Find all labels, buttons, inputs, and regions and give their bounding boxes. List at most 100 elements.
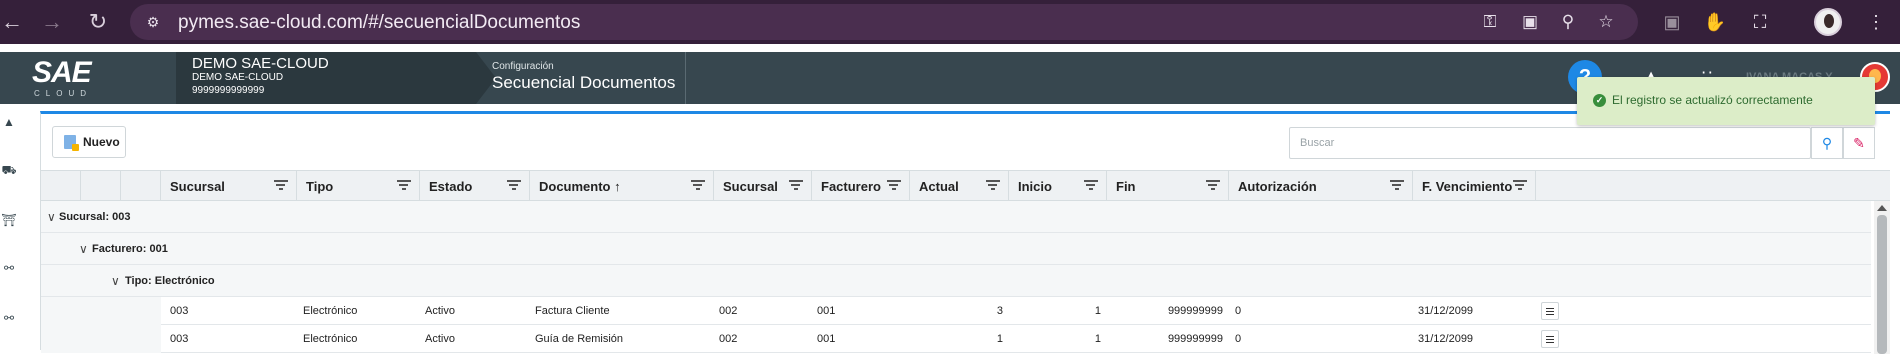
filter-icon[interactable]: [1206, 179, 1220, 191]
column-header-inicio[interactable]: Inicio: [1009, 171, 1107, 201]
row-menu-button[interactable]: [1541, 330, 1559, 348]
browser-menu-icon[interactable]: ⋮: [1864, 10, 1888, 34]
cell-actual: 1: [996, 333, 1003, 345]
column-header-sucursal-2[interactable]: Sucursal: [714, 171, 812, 201]
back-icon[interactable]: ←: [0, 10, 24, 34]
filter-icon[interactable]: [1390, 179, 1404, 191]
column-header-vencimiento[interactable]: F. Vencimiento: [1413, 171, 1536, 201]
filter-icon[interactable]: [789, 179, 803, 191]
filter-icon[interactable]: [507, 179, 521, 191]
filter-icon[interactable]: [1084, 179, 1098, 191]
eraser-icon: ✎: [1853, 135, 1865, 151]
header-actions-spacer: [1536, 171, 1890, 201]
column-header-label: Tipo: [306, 179, 334, 194]
group-row-tipo[interactable]: ∨ Tipo: Electrónico: [41, 265, 1871, 297]
table-row[interactable]: 003 Electrónico Activo Factura Cliente 0…: [41, 297, 1871, 325]
search-icon: ⚲: [1821, 135, 1833, 151]
filter-icon[interactable]: [1513, 179, 1527, 191]
header-spacer: [121, 171, 161, 201]
filter-icon[interactable]: [691, 179, 705, 191]
bank-icon[interactable]: ⛩: [0, 212, 18, 228]
forward-icon[interactable]: →: [40, 10, 64, 34]
address-bar[interactable]: ⚙ pymes.sae-cloud.com/#/secuencialDocume…: [130, 4, 1638, 40]
column-header-documento[interactable]: Documento ↑: [530, 171, 714, 201]
url-text[interactable]: pymes.sae-cloud.com/#/secuencialDocument…: [178, 12, 580, 34]
cell-vencimiento: 31/12/2099: [1418, 333, 1474, 345]
company-sub: DEMO SAE-CLOUD: [192, 72, 284, 83]
group-row-facturero[interactable]: ∨ Facturero: 001: [41, 233, 1871, 265]
cell-documento: Factura Cliente: [535, 305, 610, 317]
filter-icon[interactable]: [274, 179, 288, 191]
check-circle-icon: ✓: [1593, 94, 1606, 107]
extensions-puzzle-icon[interactable]: ⛶: [1748, 10, 1772, 34]
car-alt-icon[interactable]: ⚯: [0, 310, 18, 326]
cell-fin: 999999999: [1167, 305, 1223, 317]
column-header-label: Sucursal: [723, 179, 778, 194]
column-header-tipo[interactable]: Tipo: [297, 171, 420, 201]
chevron-down-icon[interactable]: ∨: [47, 210, 56, 224]
site-info-icon[interactable]: ⚙: [142, 11, 164, 33]
page-title: Secuencial Documentos: [492, 73, 676, 92]
password-key-icon[interactable]: ⚿: [1478, 11, 1502, 33]
cell-facturero: 001: [817, 305, 836, 317]
toast-message: El registro se actualizó correctamente: [1612, 93, 1813, 107]
company-name: DEMO SAE-CLOUD: [192, 55, 329, 72]
search-input[interactable]: [1290, 128, 1810, 158]
group-row-sucursal[interactable]: ∨ Sucursal: 003: [41, 201, 1871, 233]
chevron-down-icon[interactable]: ∨: [79, 242, 88, 256]
cell-inicio: 1: [1094, 305, 1101, 317]
grid-header: Sucursal Tipo Estado Documento ↑ Sucursa…: [41, 171, 1890, 201]
sidebar: ▲ ⛟ ⛩ ⚯ ⚯: [0, 104, 22, 350]
column-header-label: F. Vencimiento: [1422, 179, 1513, 194]
sae-cloud-logo[interactable]: SAE CLOUD: [32, 56, 108, 98]
search-box: [1289, 127, 1811, 159]
breadcrumb-section[interactable]: Configuración: [492, 61, 554, 72]
car-icon[interactable]: ⚯: [0, 260, 18, 276]
scroll-up-icon[interactable]: [1877, 205, 1887, 211]
column-header-actual[interactable]: Actual: [910, 171, 1009, 201]
cell-fin: 999999999: [1167, 333, 1223, 345]
filter-icon[interactable]: [887, 179, 901, 191]
company-selector[interactable]: DEMO SAE-CLOUD DEMO SAE-CLOUD 9999999999…: [176, 52, 496, 104]
row-indent: [41, 297, 161, 325]
column-header-estado[interactable]: Estado: [420, 171, 530, 201]
row-menu-button[interactable]: [1541, 302, 1559, 320]
filter-icon[interactable]: [986, 179, 1000, 191]
company-id: 9999999999999: [192, 85, 265, 96]
success-toast[interactable]: ✓ El registro se actualizó correctamente: [1577, 77, 1875, 125]
truck-icon[interactable]: ⛟: [0, 162, 18, 178]
cell-sucursal-2: 002: [719, 333, 738, 345]
column-header-autorizacion[interactable]: Autorización: [1229, 171, 1413, 201]
search-button[interactable]: ⚲: [1811, 127, 1843, 159]
browser-toolbar: ← → ↻ ⚙ pymes.sae-cloud.com/#/secuencial…: [0, 0, 1900, 44]
logo-subtext: CLOUD: [34, 89, 93, 98]
table-row[interactable]: 003 Electrónico Activo Guía de Remisión …: [41, 325, 1871, 353]
new-button[interactable]: Nuevo: [52, 126, 126, 158]
extension-icon[interactable]: ▣: [1660, 10, 1684, 34]
zoom-icon[interactable]: ⚲: [1556, 11, 1580, 33]
new-document-icon: [64, 135, 79, 151]
install-app-icon[interactable]: ▣: [1518, 11, 1542, 33]
profile-avatar[interactable]: [1814, 8, 1842, 36]
cell-facturero: 001: [817, 333, 836, 345]
bookmark-star-icon[interactable]: ☆: [1594, 11, 1618, 33]
adblock-extension-icon[interactable]: ✋: [1703, 10, 1727, 34]
education-icon[interactable]: ▲: [0, 114, 18, 130]
vertical-scrollbar[interactable]: [1874, 201, 1890, 354]
column-header-label: Estado: [429, 179, 473, 194]
group-label: Sucursal: 003: [59, 211, 131, 223]
filter-icon[interactable]: [397, 179, 411, 191]
column-header-facturero[interactable]: Facturero: [812, 171, 910, 201]
cell-autorizacion: 0: [1235, 305, 1242, 317]
clear-search-button[interactable]: ✎: [1843, 127, 1875, 159]
chevron-down-icon[interactable]: ∨: [111, 274, 120, 288]
cell-inicio: 1: [1094, 333, 1101, 345]
scrollbar-thumb[interactable]: [1877, 215, 1887, 354]
column-header-fin[interactable]: Fin: [1107, 171, 1229, 201]
column-header-label: Autorización: [1238, 179, 1317, 194]
column-header-label: Facturero: [821, 179, 881, 194]
row-indent: [41, 325, 161, 353]
column-header-sucursal[interactable]: Sucursal: [161, 171, 297, 201]
reload-icon[interactable]: ↻: [86, 10, 110, 34]
header-spacer: [81, 171, 121, 201]
